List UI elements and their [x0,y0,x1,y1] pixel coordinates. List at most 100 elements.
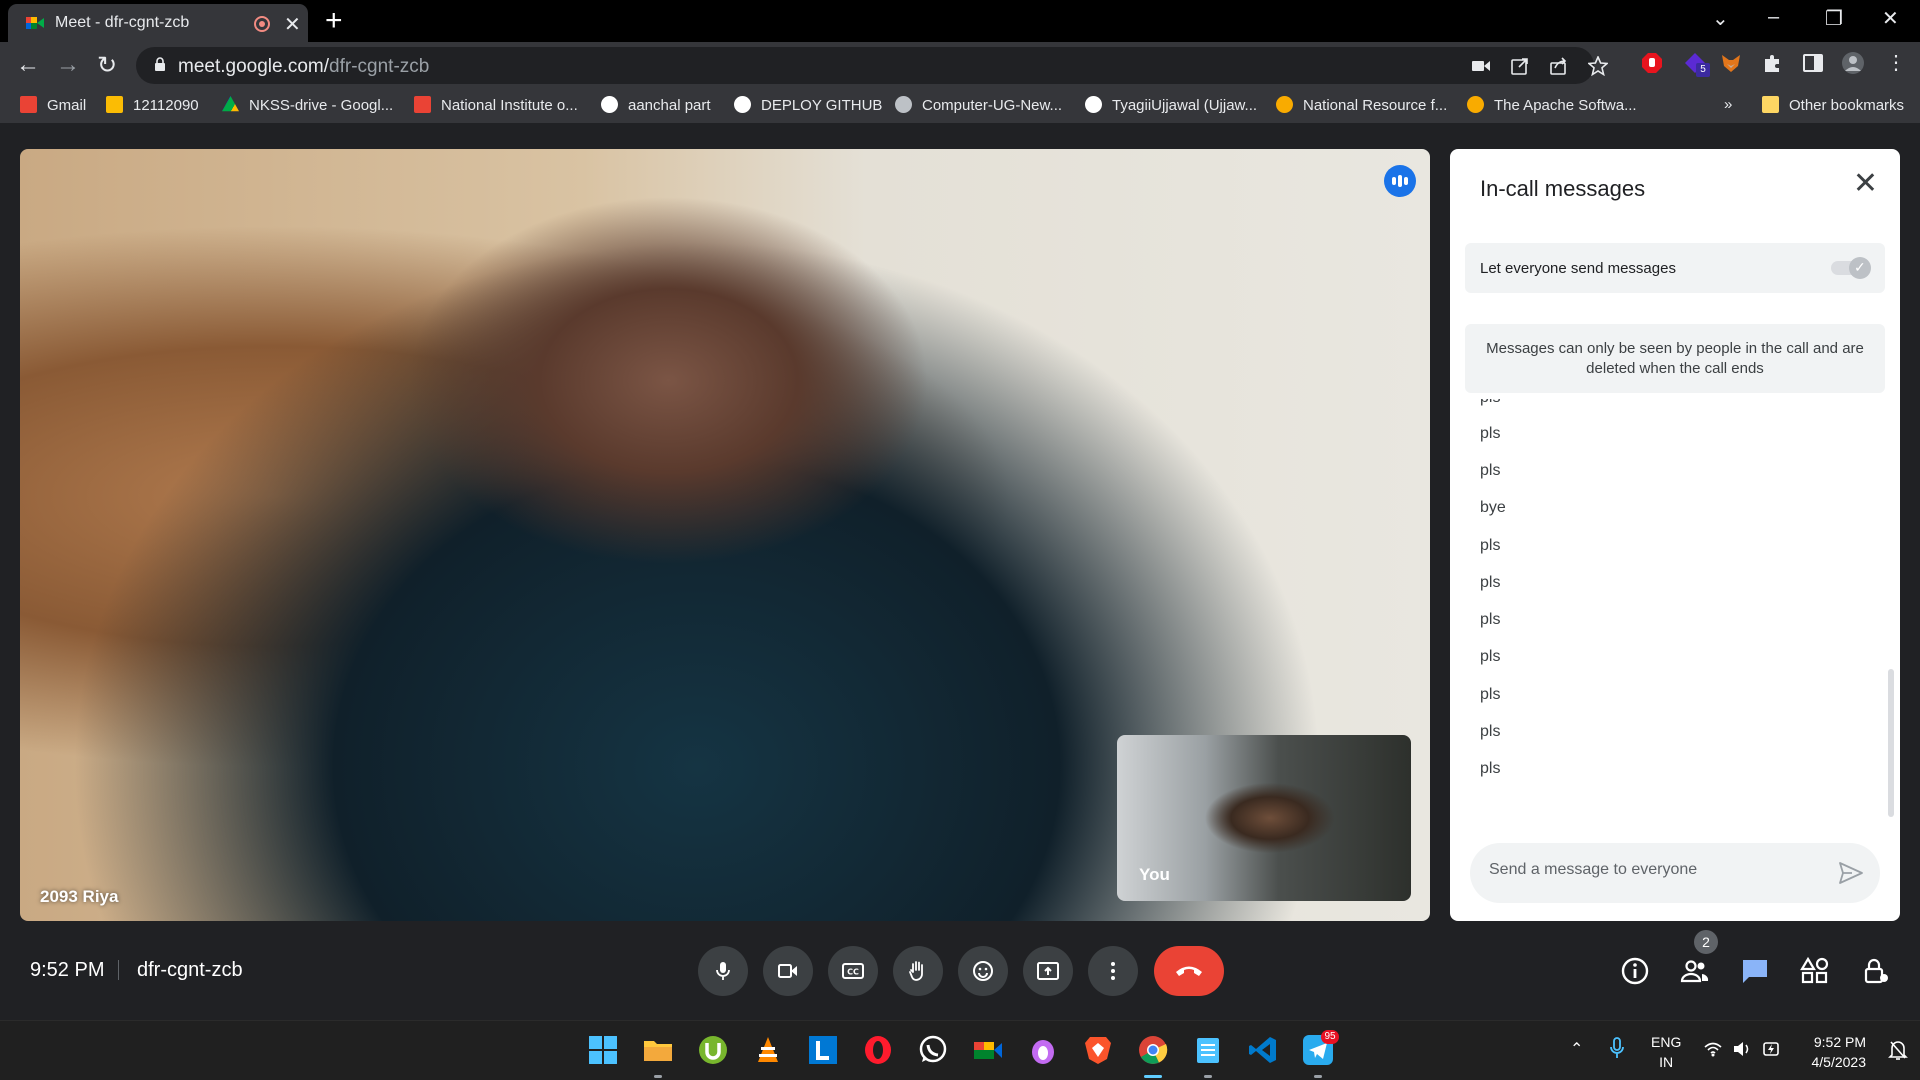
bookmarks-overflow-button[interactable]: » [1724,96,1732,113]
raise-hand-icon [909,961,923,981]
back-icon[interactable]: ← [16,51,40,79]
purple-extension-icon[interactable]: 5 [1684,52,1710,77]
microphone-button[interactable] [698,946,748,996]
bookmark-national-resource[interactable]: National Resource f... [1276,96,1447,114]
address-bar[interactable]: meet.google.com/dfr-cgnt-zcb [136,47,1608,84]
browser-tab-strip: Meet - dfr-cgnt-zcb ✕ + ⌄ – ❐ ✕ [0,0,1920,42]
tor-onion-icon[interactable] [1028,1035,1058,1065]
utorrent-icon[interactable] [698,1035,728,1065]
profile-avatar[interactable] [1842,52,1864,74]
tab-close-icon[interactable]: ✕ [284,12,301,37]
windows-start-icon[interactable] [588,1035,618,1065]
telegram-icon[interactable]: 95 [1303,1030,1339,1065]
bookmark-computer-ug[interactable]: Computer-UG-New... [895,96,1062,114]
message-item: pls [1480,399,1500,407]
folder-icon [1762,96,1779,113]
camera-in-use-icon[interactable] [1472,59,1490,73]
github-icon [601,96,618,113]
captions-button[interactable]: CC [828,946,878,996]
toggle-label: Let everyone send messages [1480,260,1676,277]
activities-icon[interactable] [1800,956,1830,986]
window-close-button[interactable]: ✕ [1882,6,1899,31]
self-video-tile[interactable]: You [1117,735,1411,901]
more-options-button[interactable] [1088,946,1138,996]
chrome-icon[interactable] [1138,1035,1168,1065]
camera-app-icon[interactable] [973,1035,1003,1065]
side-panel-icon[interactable] [1802,52,1824,74]
portal-icon [106,96,123,113]
present-to-all-icon [1037,962,1059,980]
people-icon[interactable] [1680,956,1710,986]
file-explorer-icon[interactable] [643,1035,673,1065]
message-scrollbar[interactable] [1888,669,1894,817]
bookmark-star-icon[interactable] [1588,56,1608,76]
l-app-icon[interactable] [808,1035,838,1065]
vscode-icon[interactable] [1248,1035,1278,1065]
divider [118,960,119,980]
message-item: pls [1480,760,1501,777]
open-in-new-icon[interactable] [1511,57,1529,75]
present-screen-button[interactable] [1023,946,1073,996]
host-controls-icon[interactable] [1860,956,1890,986]
tab-search-icon[interactable]: ⌄ [1712,6,1729,31]
bookmark-gmail[interactable]: Gmail [20,96,86,114]
gmail-icon [20,96,37,113]
minimize-button[interactable]: – [1768,6,1779,29]
reactions-button[interactable] [958,946,1008,996]
browser-tab-meet[interactable]: Meet - dfr-cgnt-zcb ✕ [8,4,308,42]
system-clock[interactable]: 9:52 PM 4/5/2023 [1812,1032,1867,1072]
vlc-icon[interactable] [753,1035,783,1065]
forward-icon[interactable]: → [56,51,80,79]
whatsapp-icon[interactable] [918,1035,948,1065]
message-input[interactable] [1489,861,1819,879]
telegram-unread-badge: 95 [1321,1030,1339,1044]
meeting-details-icon[interactable] [1620,956,1650,986]
chrome-menu-icon[interactable]: ⋮ [1886,50,1908,74]
volume-icon[interactable] [1733,1040,1751,1058]
brave-icon[interactable] [1083,1035,1113,1065]
notification-bell-icon[interactable] [1888,1039,1908,1061]
bookmark-apache[interactable]: The Apache Softwa... [1467,96,1637,114]
reload-icon[interactable]: ↻ [97,51,117,80]
bookmark-aanchal-part[interactable]: aanchal part [601,96,711,114]
camera-button[interactable] [763,946,813,996]
bookmark-deploy-github[interactable]: DEPLOY GITHUB [734,96,882,114]
participants-count-badge: 2 [1694,930,1718,954]
bookmark-national-institute[interactable]: National Institute o... [414,96,578,114]
leave-call-button[interactable] [1154,946,1224,996]
panel-close-icon[interactable]: ✕ [1853,169,1878,199]
participant-name: 2093 Riya [40,887,119,906]
check-icon [1849,257,1871,279]
bookmark-12112090[interactable]: 12112090 [106,96,199,114]
extensions-puzzle-icon[interactable] [1762,52,1784,74]
other-bookmarks[interactable]: Other bookmarks [1762,96,1904,114]
bookmark-tyagiiujjawal[interactable]: TyagiiUjjawal (Ujjaw... [1085,96,1257,114]
raise-hand-button[interactable] [893,946,943,996]
new-tab-button[interactable]: + [325,4,343,38]
active-app-indicator [1204,1075,1212,1078]
send-icon[interactable] [1838,861,1864,885]
message-composer [1470,843,1880,903]
share-icon[interactable] [1550,57,1568,75]
code-icon [1467,96,1484,113]
wifi-icon[interactable] [1704,1041,1722,1057]
lock-icon [155,57,165,71]
panel-title: In-call messages [1480,176,1646,201]
chevron-up-icon[interactable]: ⌃ [1570,1039,1583,1059]
bookmark-nkss-drive[interactable]: NKSS-drive - Googl... [222,96,393,114]
send-messages-toggle[interactable] [1831,257,1871,279]
message-item: pls [1480,686,1501,703]
opera-icon[interactable] [863,1035,893,1065]
microphone-icon [716,962,730,980]
input-language-indicator[interactable]: ENG IN [1651,1032,1681,1072]
tray-microphone-icon[interactable] [1610,1037,1624,1059]
restore-button[interactable]: ❐ [1825,6,1843,31]
metamask-fox-icon[interactable] [1720,52,1742,74]
chat-icon[interactable] [1740,956,1770,986]
emoji-icon [973,961,993,981]
message-item: pls [1480,462,1501,479]
notepad-icon[interactable] [1193,1035,1223,1065]
adblock-extension-icon[interactable] [1641,52,1663,74]
battery-charging-icon[interactable] [1762,1039,1782,1059]
meeting-controls-bar: 9:52 PM dfr-cgnt-zcb CC 2 [0,930,1920,1020]
